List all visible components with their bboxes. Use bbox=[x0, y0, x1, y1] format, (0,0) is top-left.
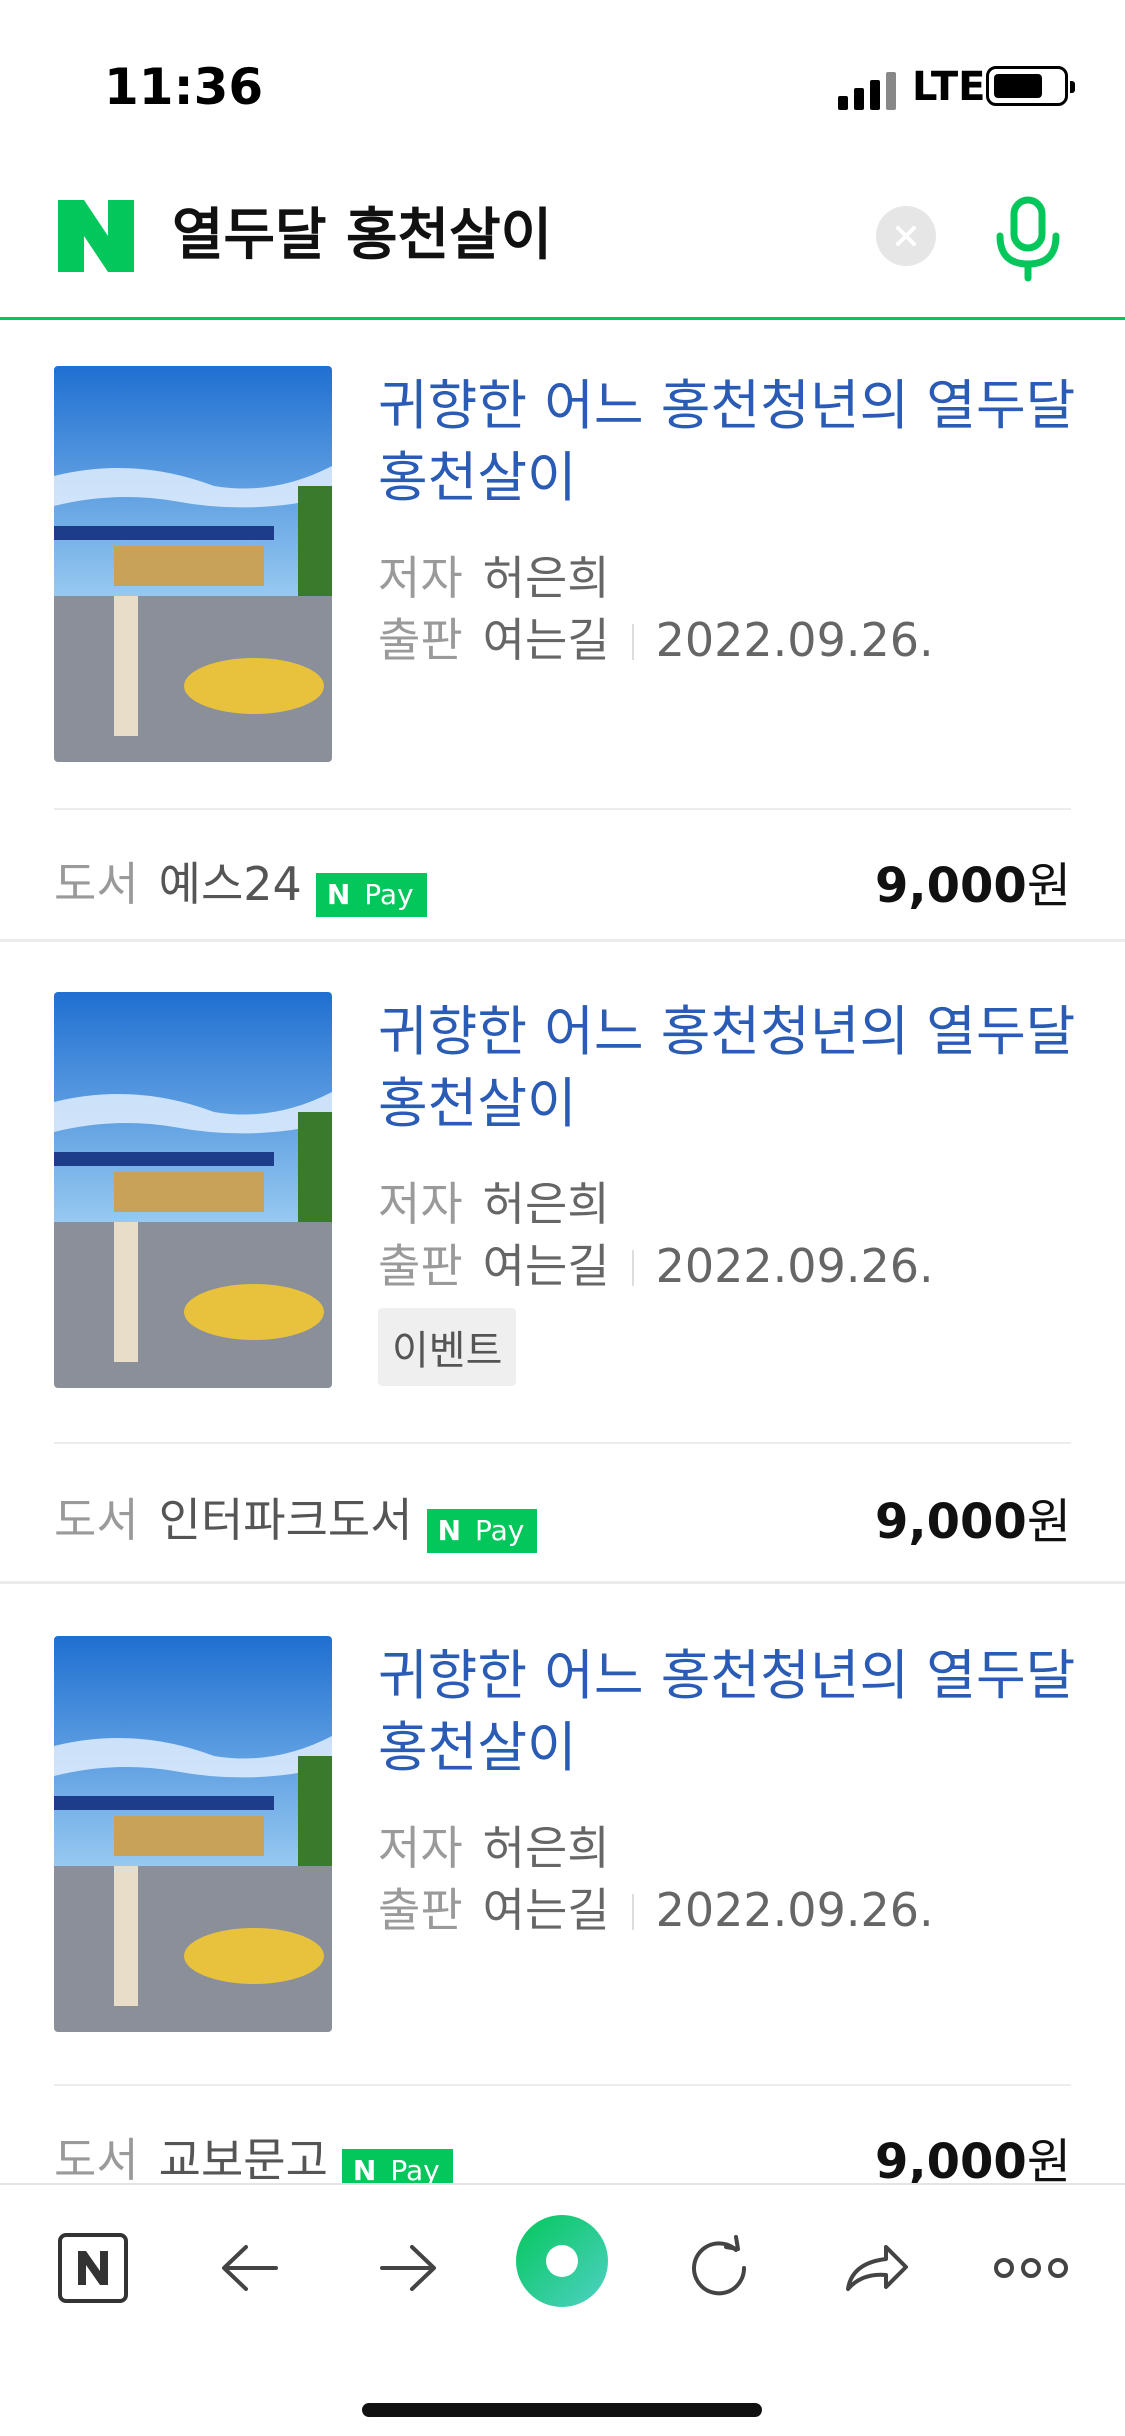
store-name: 인터파크도서 bbox=[158, 1493, 413, 1547]
status-time: 11:36 bbox=[104, 58, 264, 116]
publisher-row: 출판 여는길 2022.09.26. bbox=[378, 1883, 934, 1937]
browser-toolbar bbox=[0, 2183, 1125, 2436]
book-title[interactable]: 귀향한 어느 홍천청년의 열두달 홍천살이 bbox=[378, 996, 1078, 1140]
search-input[interactable]: 열두달 홍천살이 bbox=[172, 200, 552, 272]
price: 9,000원 bbox=[875, 2134, 1071, 2190]
mic-icon[interactable] bbox=[988, 196, 1068, 282]
author-row: 저자 허은희 bbox=[378, 1821, 610, 1875]
more-icon[interactable] bbox=[986, 2223, 1076, 2313]
list-item[interactable]: 귀향한 어느 홍천청년의 열두달 홍천살이 저자 허은희 출판 여는길 2022.09… bbox=[0, 942, 1125, 1584]
list-item[interactable]: 귀향한 어느 홍천청년의 열두달 홍천살이 저자 허은희 출판 여는길 2022.09… bbox=[0, 1584, 1125, 2204]
naver-logo-icon[interactable] bbox=[58, 200, 134, 272]
publisher-row: 출판 여는길 2022.09.26. bbox=[378, 613, 934, 667]
back-arrow-icon[interactable] bbox=[206, 2223, 296, 2313]
close-icon bbox=[896, 226, 916, 246]
naver-home-icon[interactable] bbox=[48, 2223, 138, 2313]
signal-icon bbox=[838, 70, 898, 110]
book-cover-image[interactable] bbox=[54, 992, 332, 1388]
npay-badge-icon: N Pay bbox=[315, 873, 427, 917]
book-title[interactable]: 귀향한 어느 홍천청년의 열두달 홍천살이 bbox=[378, 370, 1078, 514]
event-badge: 이벤트 bbox=[378, 1308, 517, 1386]
battery-icon bbox=[986, 66, 1075, 106]
store-name: 교보문고 bbox=[158, 2133, 328, 2187]
share-icon[interactable] bbox=[830, 2223, 920, 2313]
npay-badge-icon: N Pay bbox=[426, 1509, 538, 1553]
refresh-icon[interactable] bbox=[674, 2223, 764, 2313]
author-row: 저자 허은희 bbox=[378, 1177, 610, 1231]
book-cover-image[interactable] bbox=[54, 1636, 332, 2032]
book-title[interactable]: 귀향한 어느 홍천청년의 열두달 홍천살이 bbox=[378, 1640, 1078, 1784]
shopping-results: 귀향한 어느 홍천청년의 열두달 홍천살이 저자 허은희 출판 여는길 2022.09… bbox=[0, 320, 1125, 2204]
search-header: 열두달 홍천살이 bbox=[0, 170, 1125, 320]
green-dot-icon[interactable] bbox=[514, 2213, 610, 2309]
store-name: 예스24 bbox=[158, 857, 302, 911]
store-row[interactable]: 도서 예스24 N Pay bbox=[54, 848, 427, 917]
network-label: LTE bbox=[912, 64, 986, 110]
store-row[interactable]: 도서 인터파크도서 N Pay bbox=[54, 1484, 538, 1553]
clear-search-button[interactable] bbox=[876, 206, 936, 266]
list-item[interactable]: 귀향한 어느 홍천청년의 열두달 홍천살이 저자 허은희 출판 여는길 2022.09… bbox=[0, 320, 1125, 942]
price: 9,000원 bbox=[875, 1494, 1071, 1550]
price: 9,000원 bbox=[875, 858, 1071, 914]
forward-arrow-icon[interactable] bbox=[362, 2223, 452, 2313]
book-cover-image[interactable] bbox=[54, 366, 332, 762]
home-indicator[interactable] bbox=[362, 2403, 762, 2417]
author-row: 저자 허은희 bbox=[378, 551, 610, 605]
status-bar: 11:36 LTE bbox=[0, 0, 1125, 170]
publisher-row: 출판 여는길 2022.09.26. bbox=[378, 1239, 934, 1293]
